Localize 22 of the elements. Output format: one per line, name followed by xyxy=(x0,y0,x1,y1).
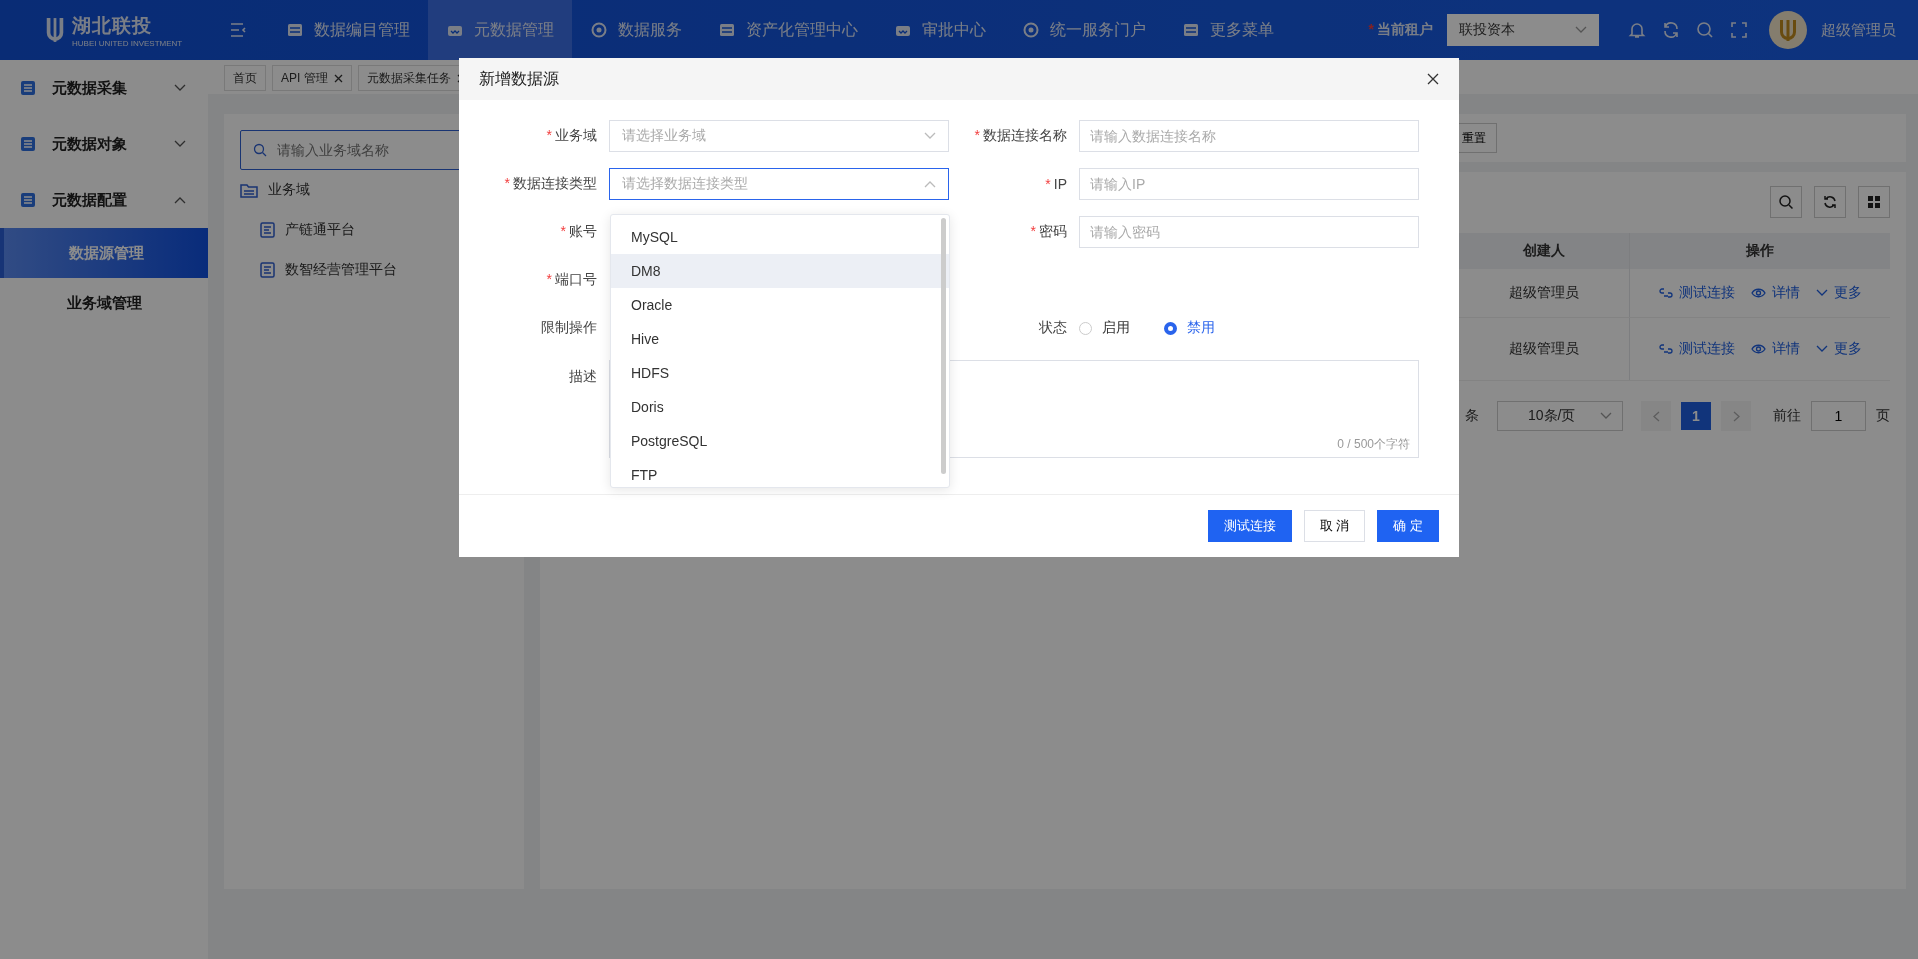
column-header: 创建人 xyxy=(1522,241,1566,260)
field-label: * 数据连接名称 xyxy=(973,127,1067,145)
field-label: * 业务域 xyxy=(545,127,597,145)
field-label: * IP xyxy=(1044,176,1067,192)
column-header: 操作 xyxy=(1629,233,1890,269)
field-label: * 账号 xyxy=(559,223,597,241)
field-label: 描述 xyxy=(568,367,597,386)
field-label: * 端口号 xyxy=(545,271,597,289)
field-label: * 密码 xyxy=(1029,223,1067,241)
dialog-title: 新增数据源 xyxy=(479,68,559,89)
field-label: 限制操作 xyxy=(540,319,597,337)
field-label: * 数据连接类型 xyxy=(503,175,597,193)
total-count: 条 xyxy=(1465,407,1479,425)
goto-suffix: 页 xyxy=(1876,407,1890,425)
goto-label: 前往 xyxy=(1773,407,1801,425)
logo-name: 湖北联投 xyxy=(72,13,153,38)
logo-subtitle: HUBEI UNITED INVESTMENT xyxy=(72,38,183,48)
table-cell-text: 超级管理员 xyxy=(1508,283,1580,302)
table-cell-text: 超级管理员 xyxy=(1508,339,1580,358)
tenant-label: * 当前租户 xyxy=(1368,21,1433,39)
field-label: 状态 xyxy=(1038,319,1067,337)
character-counter: 0 / 500个字符 xyxy=(1337,436,1410,453)
